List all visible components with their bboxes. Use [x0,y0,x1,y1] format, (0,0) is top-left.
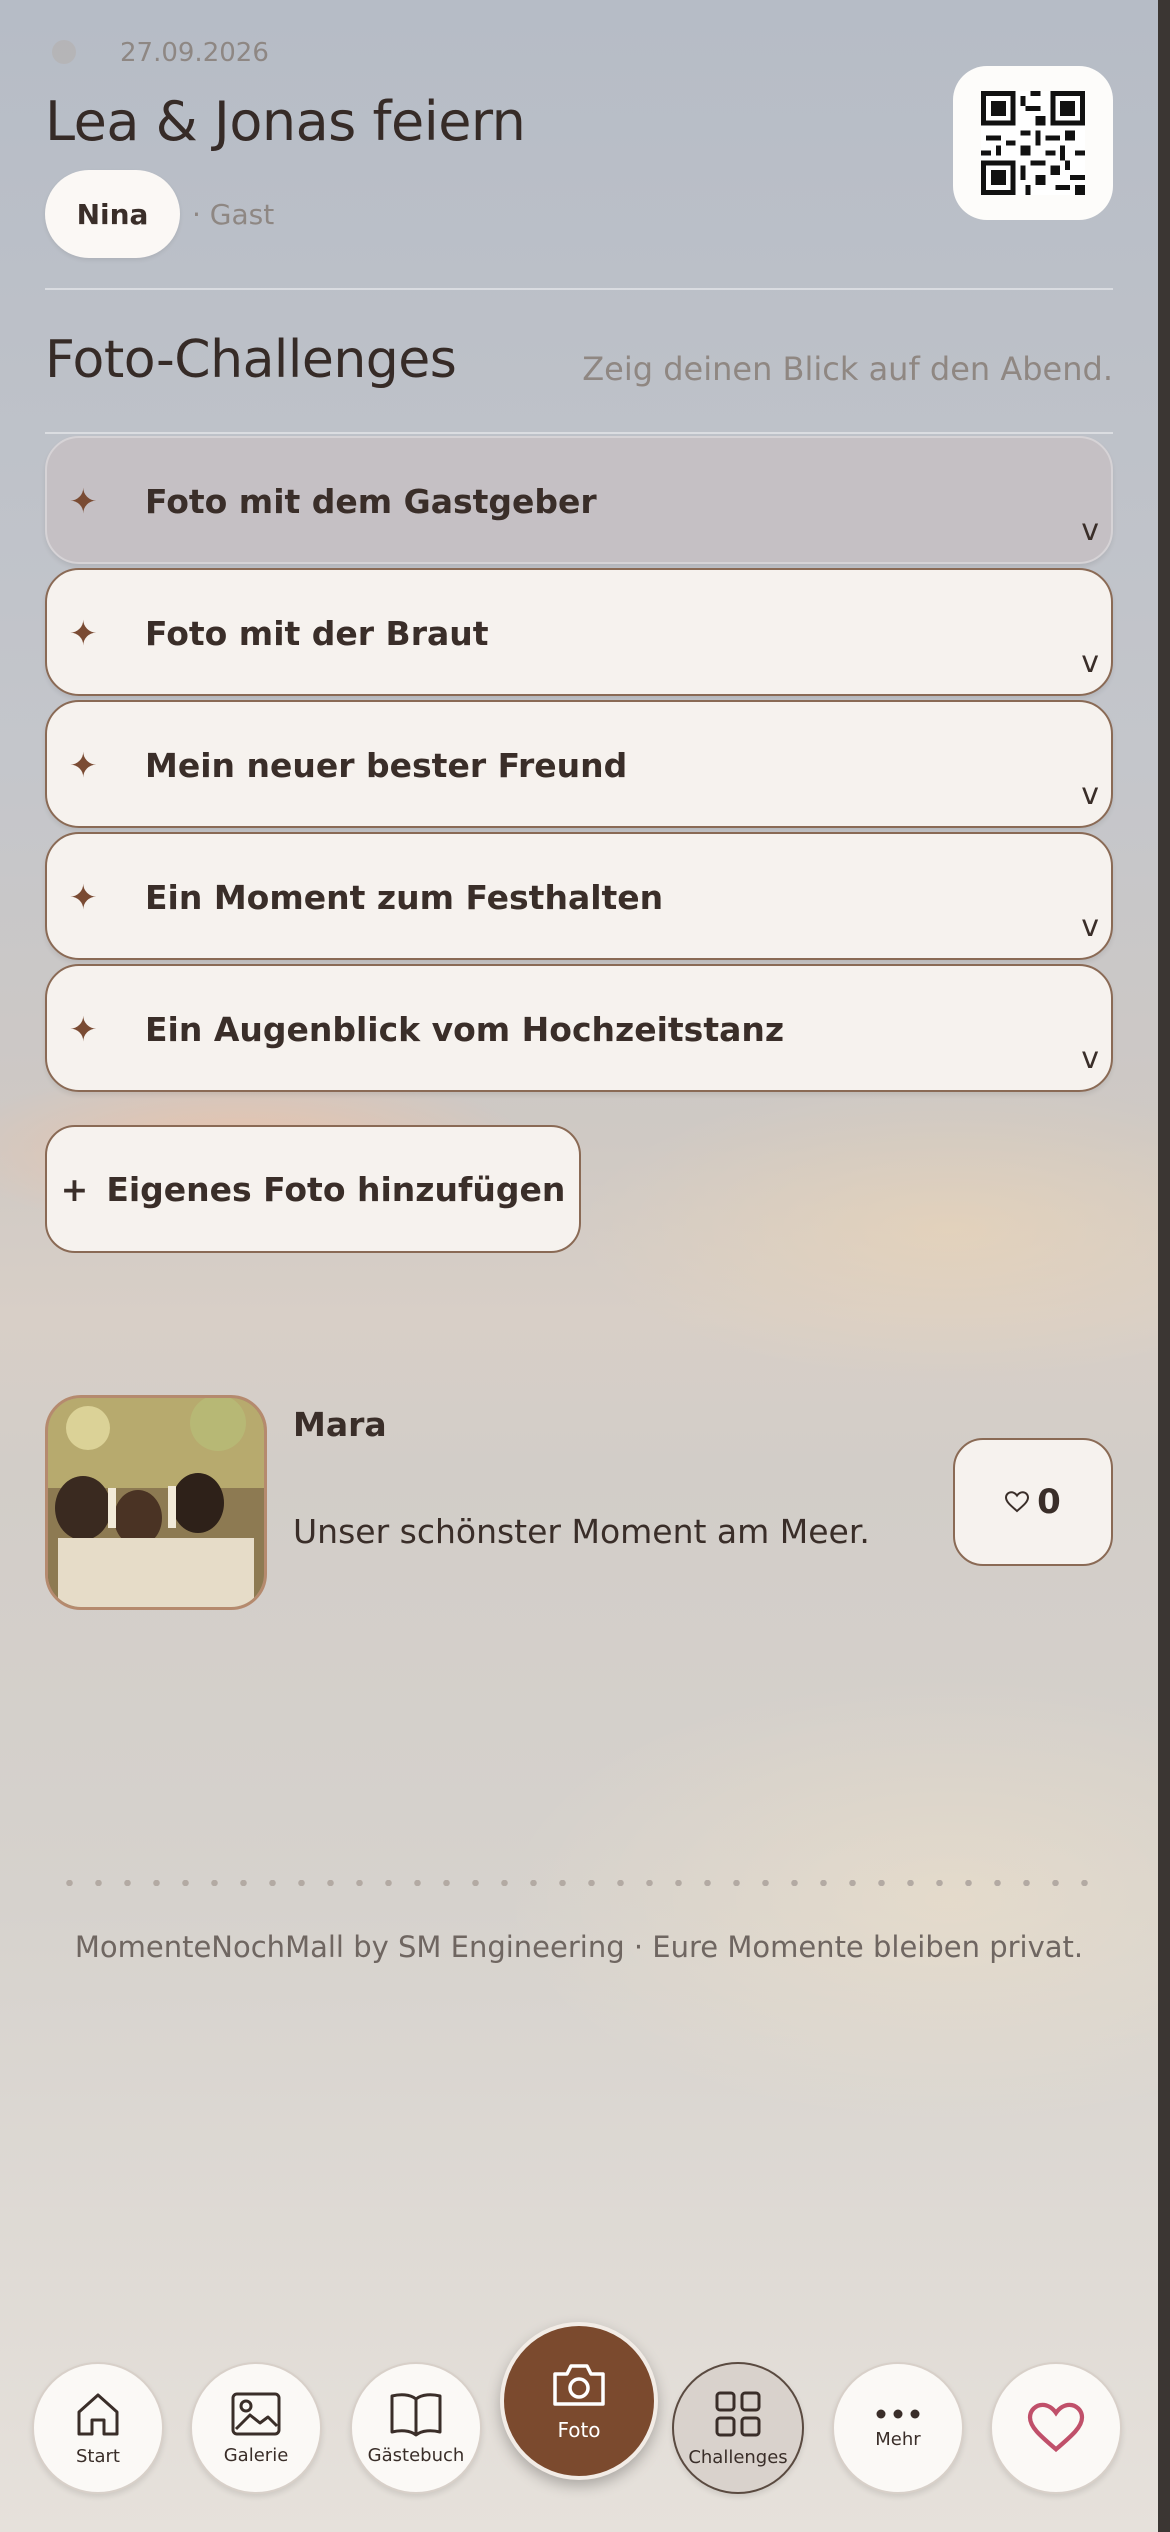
like-button[interactable]: 0 [953,1438,1113,1566]
chevron-down-icon[interactable]: v [1081,1041,1099,1076]
window-edge [1158,0,1170,2532]
nav-favorite[interactable] [990,2362,1122,2494]
book-icon [390,2392,442,2436]
sparkle-icon: ✦ [69,614,98,654]
sparkle-icon: ✦ [69,878,98,918]
challenge-item[interactable]: ✦ Foto mit dem Gastgeber v [45,436,1113,564]
nav-gaestebuch[interactable]: Gästebuch [350,2362,482,2494]
camera-icon [553,2364,605,2406]
challenge-label: Foto mit der Braut [145,614,489,653]
footer-divider [55,1880,1105,1886]
user-role: · Gast [192,198,275,231]
wedding-photo-image [48,1398,264,1607]
post-author: Mara [293,1405,387,1444]
chevron-down-icon[interactable]: v [1081,645,1099,680]
calendar-icon [52,40,76,64]
section-divider [45,432,1113,434]
heart-outline-icon [1005,1491,1030,1513]
plus-icon: + [60,1169,89,1209]
post-caption: Unser schönster Moment am Meer. [293,1512,870,1551]
nav-label: Challenges [688,2446,788,2468]
nav-label: Mehr [875,2428,921,2450]
nav-galerie[interactable]: Galerie [190,2362,322,2494]
nav-label: Start [76,2445,120,2467]
heart-icon [1027,2402,1085,2453]
header-divider [45,288,1113,290]
nav-mehr[interactable]: Mehr [832,2362,964,2494]
nav-label: Galerie [223,2444,289,2466]
challenge-label: Foto mit dem Gastgeber [145,482,597,521]
challenge-label: Mein neuer bester Freund [145,746,628,785]
nav-challenges[interactable]: Challenges [672,2362,804,2494]
challenge-item[interactable]: ✦ Mein neuer bester Freund v [45,700,1113,828]
post-thumbnail[interactable] [45,1395,267,1610]
chevron-down-icon[interactable]: v [1081,513,1099,548]
section-subtitle: Zeig deinen Blick auf den Abend. [582,350,1113,388]
qr-code-icon [981,91,1085,195]
add-own-photo-button[interactable]: + Eigenes Foto hinzufügen [45,1125,581,1253]
challenge-label: Ein Moment zum Festhalten [145,878,664,917]
user-name-pill[interactable]: Nina [45,170,180,258]
add-own-photo-label: Eigenes Foto hinzufügen [106,1169,566,1209]
sparkle-icon: ✦ [69,482,98,522]
nav-label: Foto [557,2418,601,2442]
challenge-item[interactable]: ✦ Ein Moment zum Festhalten v [45,832,1113,960]
chevron-down-icon[interactable]: v [1081,909,1099,944]
event-title: Lea & Jonas feiern [45,90,526,153]
footer-text: MomenteNochMall by SM Engineering · Eure… [74,1930,1084,1964]
nav-start[interactable]: Start [32,2362,164,2494]
challenge-label: Ein Augenblick vom Hochzeitstanz [145,1010,785,1049]
like-count: 0 [1037,1482,1061,1522]
challenge-item[interactable]: ✦ Foto mit der Braut v [45,568,1113,696]
sparkle-icon: ✦ [69,1010,98,1050]
section-title: Foto-Challenges [45,330,457,390]
chevron-down-icon[interactable]: v [1081,777,1099,812]
challenge-item[interactable]: ✦ Ein Augenblick vom Hochzeitstanz v [45,964,1113,1092]
nav-label: Gästebuch [367,2444,465,2466]
qr-code-button[interactable] [953,66,1113,220]
nav-foto[interactable]: Foto [500,2322,658,2480]
more-icon [876,2409,920,2418]
home-icon [77,2393,119,2435]
sparkle-icon: ✦ [69,746,98,786]
event-date: 27.09.2026 [120,38,269,68]
image-icon [231,2392,281,2435]
grid-icon [715,2391,761,2436]
